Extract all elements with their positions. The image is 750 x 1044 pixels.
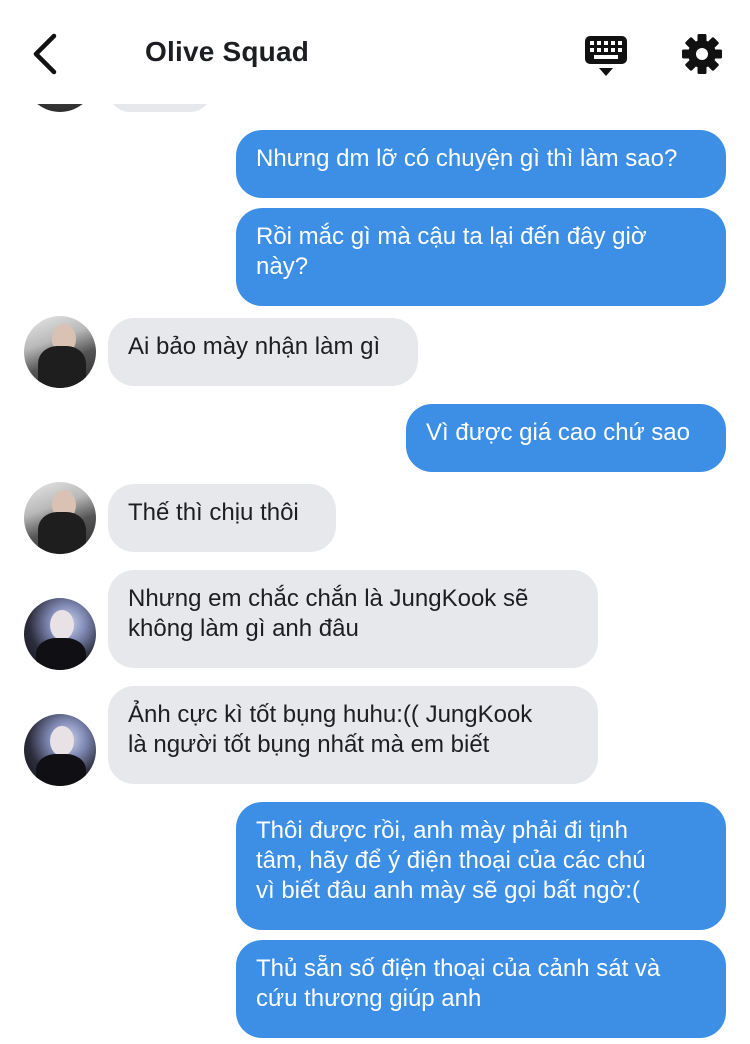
chat-header: Olive Squad [0, 0, 750, 104]
message-bubble-outgoing[interactable]: Thôi được rồi, anh mày phải đi tịnh tâm,… [236, 802, 726, 930]
message-bubble-outgoing[interactable]: Thủ sẵn số điện thoại của cảnh sát và cứ… [236, 940, 726, 1038]
message-bubble-incoming[interactable]: Nhưng em chắc chắn là JungKook sẽ không … [108, 570, 598, 668]
avatar[interactable] [24, 482, 96, 554]
message-bubble-outgoing[interactable]: Rồi mắc gì mà cậu ta lại đến đây giờ này… [236, 208, 726, 306]
avatar[interactable] [24, 316, 96, 388]
keyboard-icon [585, 36, 627, 76]
gear-icon [682, 34, 722, 74]
message-bubble-incoming[interactable]: Ai bảo mày nhận làm gì [108, 318, 418, 386]
chat-title[interactable]: Olive Squad [145, 36, 309, 68]
message-bubble-incoming[interactable]: Ảnh cực kì tốt bụng huhu:(( JungKook là … [108, 686, 598, 784]
keyboard-button[interactable] [584, 34, 628, 78]
chevron-left-icon [33, 33, 57, 75]
settings-button[interactable] [680, 32, 724, 76]
message-bubble-incoming[interactable]: Thế thì chịu thôi [108, 484, 336, 552]
message-bubble-outgoing[interactable]: Nhưng dm lỡ có chuyện gì thì làm sao? [236, 130, 726, 198]
avatar[interactable] [24, 598, 96, 670]
message-bubble-outgoing[interactable]: Vì được giá cao chứ sao [406, 404, 726, 472]
avatar[interactable] [24, 714, 96, 786]
back-button[interactable] [26, 30, 66, 78]
